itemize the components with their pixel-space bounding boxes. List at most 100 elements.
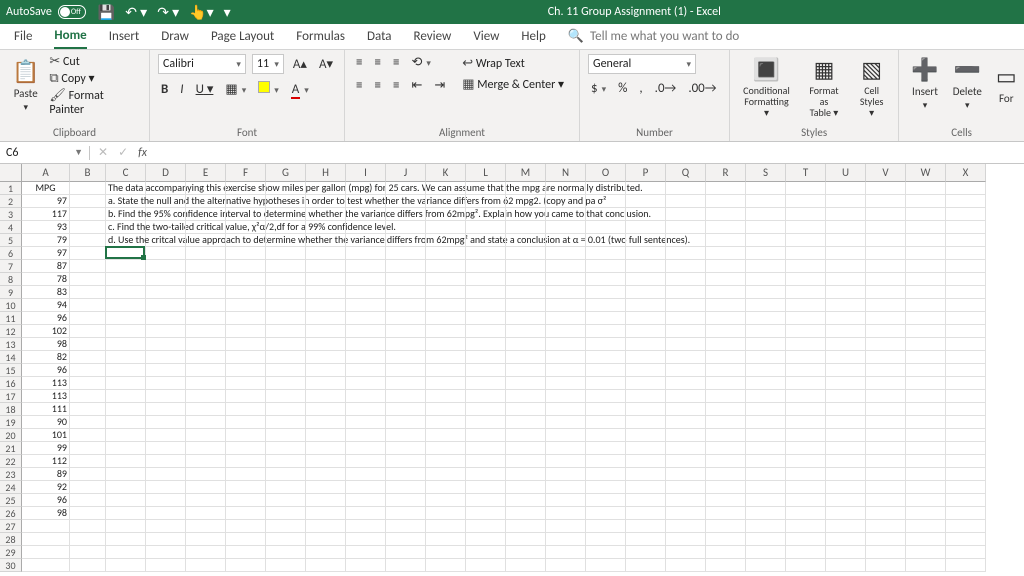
cell[interactable] — [106, 364, 146, 377]
column-header[interactable]: N — [546, 164, 586, 182]
orientation-icon[interactable]: ⟲ — [408, 54, 433, 71]
cell[interactable] — [386, 520, 426, 533]
cell[interactable] — [666, 182, 706, 195]
row-header[interactable]: 29 — [0, 546, 22, 559]
cell[interactable] — [786, 286, 826, 299]
cell[interactable] — [466, 468, 506, 481]
cell[interactable] — [706, 338, 746, 351]
cell[interactable] — [70, 364, 106, 377]
cell[interactable] — [226, 429, 266, 442]
cell[interactable] — [506, 416, 546, 429]
cell[interactable] — [706, 325, 746, 338]
cell[interactable] — [466, 338, 506, 351]
cell[interactable] — [106, 273, 146, 286]
cell[interactable] — [706, 364, 746, 377]
cell[interactable] — [866, 325, 906, 338]
column-header[interactable]: L — [466, 164, 506, 182]
tab-view[interactable]: View — [473, 25, 499, 48]
tab-insert[interactable]: Insert — [109, 25, 140, 48]
row-header[interactable]: 27 — [0, 520, 22, 533]
cell[interactable] — [146, 403, 186, 416]
cell[interactable] — [346, 234, 386, 247]
cell[interactable] — [786, 260, 826, 273]
cell[interactable] — [706, 429, 746, 442]
cell[interactable] — [106, 299, 146, 312]
column-header[interactable]: W — [906, 164, 946, 182]
cell[interactable] — [306, 403, 346, 416]
cell[interactable] — [866, 442, 906, 455]
cell[interactable] — [466, 494, 506, 507]
cell[interactable] — [466, 455, 506, 468]
cell[interactable] — [306, 429, 346, 442]
cell[interactable] — [626, 546, 666, 559]
cell[interactable] — [586, 403, 626, 416]
cell[interactable] — [906, 351, 946, 364]
column-header[interactable]: T — [786, 164, 826, 182]
cell[interactable] — [506, 507, 546, 520]
cell[interactable] — [666, 312, 706, 325]
decrease-indent-icon[interactable]: ⇤ — [408, 77, 425, 94]
cell[interactable] — [946, 416, 986, 429]
cell[interactable] — [906, 247, 946, 260]
cell[interactable] — [826, 559, 866, 572]
cell[interactable] — [466, 247, 506, 260]
cell[interactable] — [946, 494, 986, 507]
cell[interactable] — [786, 494, 826, 507]
cell[interactable] — [826, 442, 866, 455]
cell[interactable] — [506, 481, 546, 494]
cell[interactable] — [546, 351, 586, 364]
cell[interactable] — [22, 546, 70, 559]
column-header[interactable]: M — [506, 164, 546, 182]
cell[interactable] — [946, 403, 986, 416]
cell[interactable] — [826, 520, 866, 533]
chevron-down-icon[interactable]: ▼ — [74, 147, 83, 158]
cell[interactable] — [706, 221, 746, 234]
cell[interactable] — [706, 312, 746, 325]
row-header[interactable]: 10 — [0, 299, 22, 312]
cell[interactable] — [426, 533, 466, 546]
cell[interactable] — [346, 325, 386, 338]
cell[interactable] — [266, 429, 306, 442]
cell[interactable] — [266, 520, 306, 533]
cell[interactable] — [386, 442, 426, 455]
cell[interactable] — [666, 520, 706, 533]
cell[interactable] — [146, 468, 186, 481]
cell[interactable] — [946, 247, 986, 260]
row-header[interactable]: 21 — [0, 442, 22, 455]
cell[interactable] — [226, 260, 266, 273]
cell[interactable] — [866, 312, 906, 325]
cell[interactable] — [946, 299, 986, 312]
increase-font-icon[interactable]: A▴ — [290, 56, 310, 73]
cell[interactable] — [226, 234, 266, 247]
cell[interactable] — [266, 351, 306, 364]
cell[interactable] — [626, 442, 666, 455]
cell[interactable] — [626, 273, 666, 286]
cell[interactable] — [226, 351, 266, 364]
cell[interactable] — [306, 520, 346, 533]
cell[interactable] — [946, 182, 986, 195]
row-header[interactable]: 26 — [0, 507, 22, 520]
cell[interactable] — [946, 520, 986, 533]
cell[interactable] — [626, 416, 666, 429]
cell[interactable] — [346, 507, 386, 520]
cell[interactable] — [826, 455, 866, 468]
cell[interactable] — [186, 455, 226, 468]
cell[interactable] — [426, 338, 466, 351]
cell[interactable] — [426, 364, 466, 377]
cell[interactable] — [426, 208, 466, 221]
cell[interactable] — [946, 377, 986, 390]
cell[interactable] — [146, 546, 186, 559]
cell[interactable] — [706, 247, 746, 260]
cell[interactable] — [866, 351, 906, 364]
cell[interactable] — [586, 377, 626, 390]
cell[interactable] — [226, 533, 266, 546]
cell[interactable] — [666, 416, 706, 429]
cell[interactable] — [386, 403, 426, 416]
cell[interactable] — [146, 364, 186, 377]
cell[interactable] — [346, 429, 386, 442]
cell[interactable] — [946, 351, 986, 364]
cell[interactable] — [306, 325, 346, 338]
cell[interactable] — [266, 507, 306, 520]
decrease-font-icon[interactable]: A▾ — [316, 56, 336, 73]
cell[interactable] — [786, 234, 826, 247]
